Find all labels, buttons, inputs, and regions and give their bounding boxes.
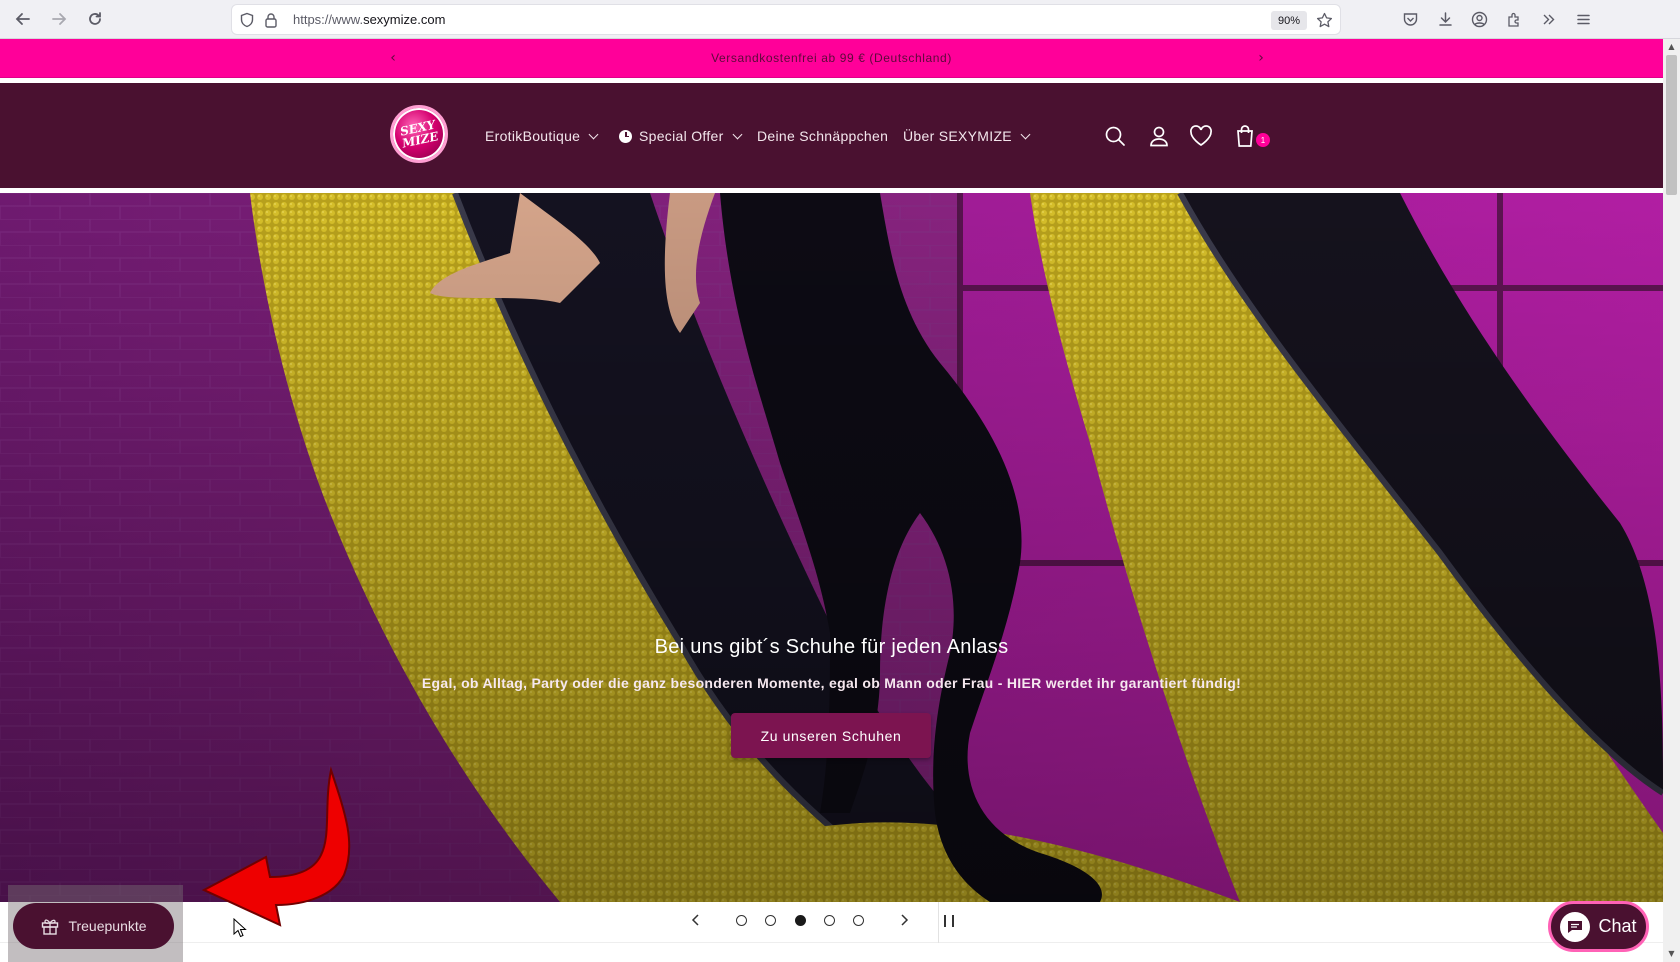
url-text: https://www.sexymize.com bbox=[293, 12, 446, 27]
cart-count-badge: 1 bbox=[1256, 133, 1270, 147]
reload-icon[interactable] bbox=[84, 8, 106, 30]
mouse-cursor-icon bbox=[233, 918, 247, 938]
chat-bubble-icon bbox=[1560, 911, 1591, 942]
slider-divider bbox=[938, 902, 939, 943]
extensions-icon[interactable] bbox=[1503, 8, 1525, 30]
slider-dot-3[interactable] bbox=[795, 915, 806, 926]
chat-button[interactable]: Chat bbox=[1548, 901, 1649, 952]
slider-dot-5[interactable] bbox=[853, 915, 864, 926]
download-icon[interactable] bbox=[1434, 8, 1456, 30]
gift-icon bbox=[42, 919, 59, 935]
loyalty-points-button[interactable]: Treuepunkte bbox=[13, 903, 174, 949]
clock-icon bbox=[619, 129, 632, 143]
pocket-icon[interactable] bbox=[1399, 8, 1421, 30]
chevron-down-icon bbox=[1020, 129, 1031, 139]
star-icon[interactable] bbox=[1313, 9, 1335, 31]
red-arrow-annotation-icon bbox=[201, 766, 351, 927]
nav-item-schnaeppchen[interactable]: Deine Schnäppchen bbox=[757, 128, 888, 144]
menu-icon[interactable] bbox=[1572, 8, 1594, 30]
slider-dot-2[interactable] bbox=[765, 915, 776, 926]
slider-dot-1[interactable] bbox=[736, 915, 747, 926]
zoom-level-badge[interactable]: 90% bbox=[1271, 11, 1307, 30]
chevron-down-icon bbox=[732, 129, 743, 139]
lock-icon[interactable] bbox=[260, 9, 282, 31]
scroll-up-icon[interactable]: ▲ bbox=[1666, 41, 1677, 52]
heart-icon[interactable] bbox=[1188, 123, 1214, 149]
site-logo[interactable]: SEXY MIZE bbox=[390, 105, 448, 163]
cart-icon[interactable] bbox=[1232, 123, 1258, 149]
slider-dot-4[interactable] bbox=[824, 915, 835, 926]
hero-title: Bei uns gibt´s Schuhe für jeden Anlass bbox=[654, 636, 1009, 658]
scroll-down-icon[interactable]: ▼ bbox=[1666, 948, 1677, 959]
slider-prev-icon[interactable] bbox=[688, 912, 704, 928]
nav-item-special-offer[interactable]: Special Offer bbox=[619, 128, 743, 144]
account-icon[interactable] bbox=[1146, 123, 1172, 149]
nav-item-ueber-sexymize[interactable]: Über SEXYMIZE bbox=[903, 128, 1031, 144]
hero-subtitle: Egal, ob Alltag, Party oder die ganz bes… bbox=[421, 675, 1242, 691]
forward-arrow-icon[interactable] bbox=[48, 8, 70, 30]
url-bar[interactable]: https://www.sexymize.com 90% bbox=[231, 4, 1341, 35]
scrollbar-thumb[interactable] bbox=[1666, 55, 1677, 195]
pause-icon[interactable] bbox=[944, 915, 954, 927]
chevron-down-icon bbox=[588, 129, 599, 139]
announcement-bar: ‹ Versandkostenfrei ab 99 € (Deutschland… bbox=[0, 39, 1663, 78]
logo-text: SEXY MIZE bbox=[398, 117, 440, 151]
slider-next-icon[interactable] bbox=[896, 912, 912, 928]
overflow-icon[interactable] bbox=[1537, 8, 1559, 30]
shield-icon[interactable] bbox=[236, 9, 258, 31]
back-arrow-icon[interactable] bbox=[12, 8, 34, 30]
account-icon[interactable] bbox=[1468, 8, 1490, 30]
search-icon[interactable] bbox=[1102, 123, 1128, 149]
browser-toolbar: https://www.sexymize.com 90% bbox=[0, 0, 1680, 39]
announcement-text: Versandkostenfrei ab 99 € (Deutschland) bbox=[711, 51, 952, 65]
site-header: SEXY MIZE ErotikBoutique Special Offer D… bbox=[0, 83, 1663, 188]
shop-shoes-button[interactable]: Zu unseren Schuhen bbox=[731, 713, 931, 758]
announcement-next-icon[interactable]: › bbox=[1253, 49, 1269, 67]
nav-item-erotikboutique[interactable]: ErotikBoutique bbox=[485, 128, 599, 144]
